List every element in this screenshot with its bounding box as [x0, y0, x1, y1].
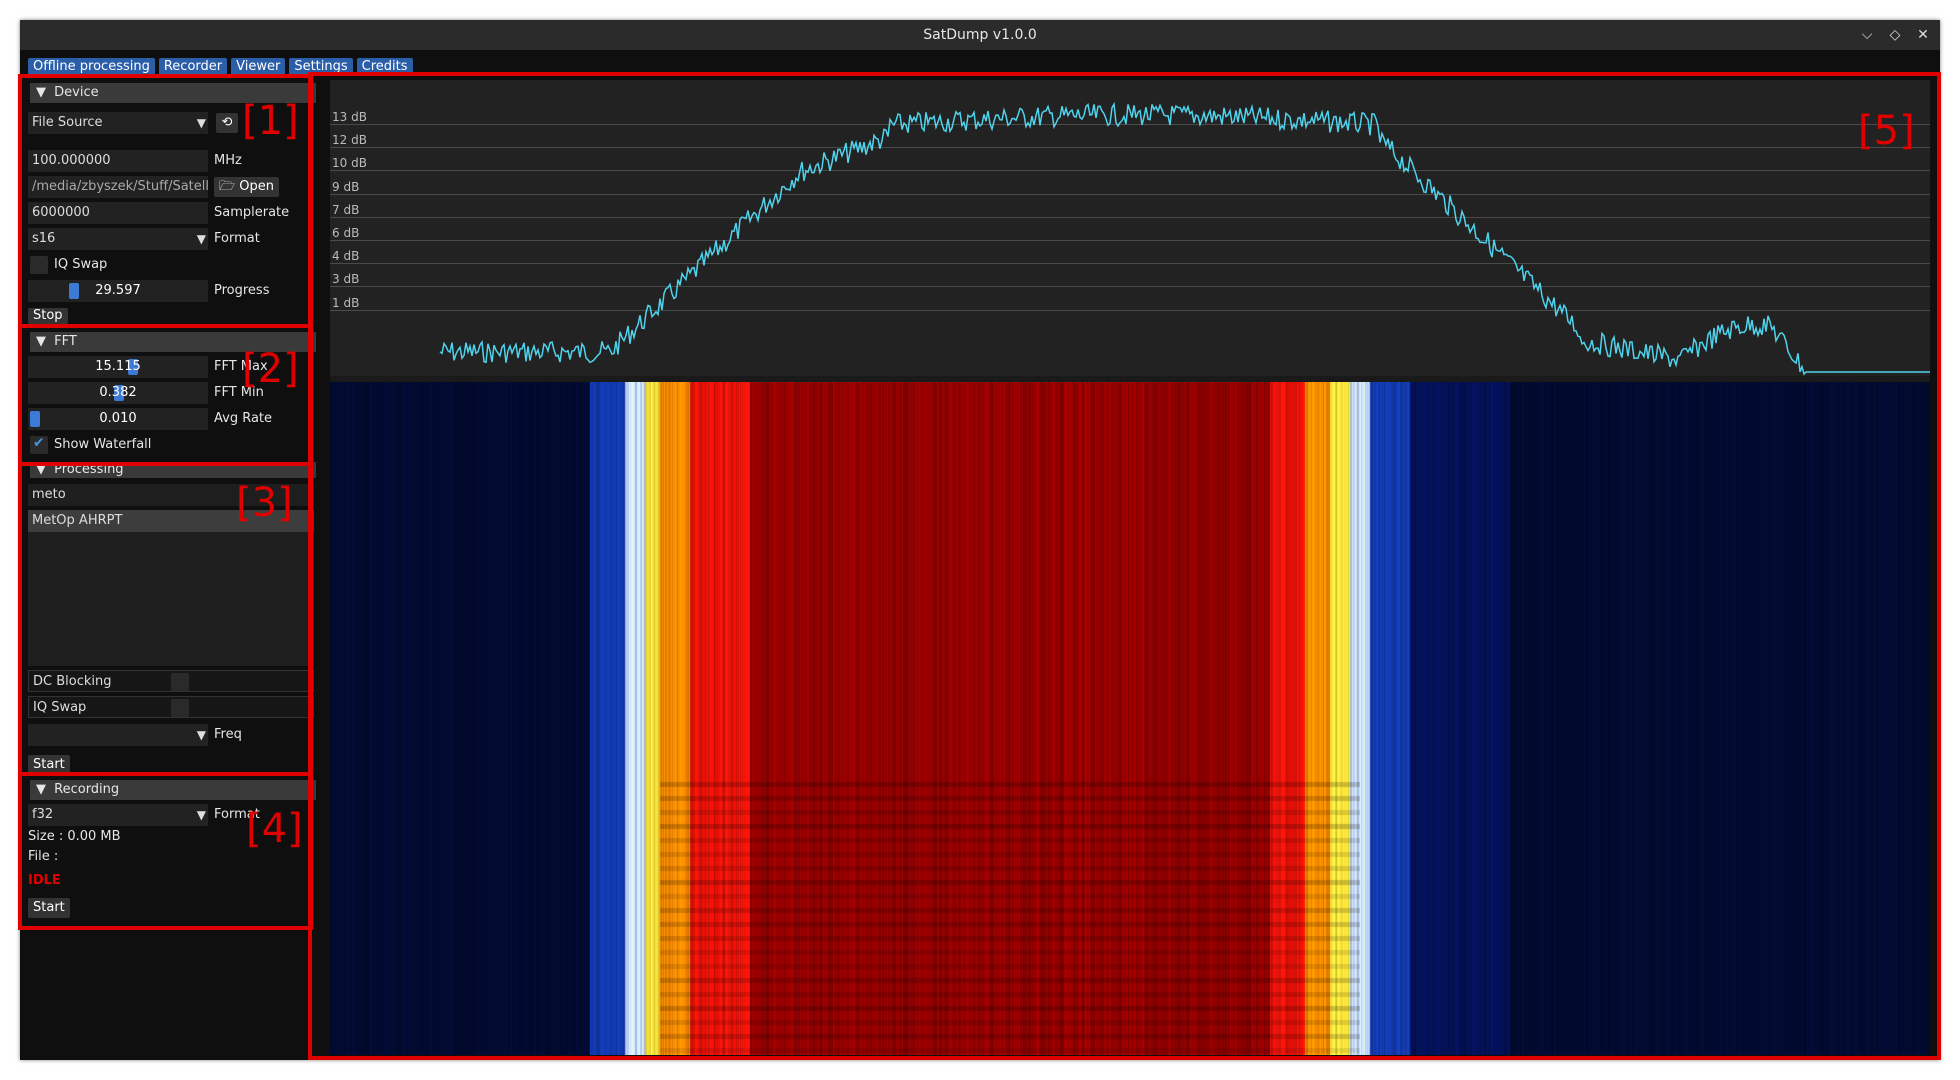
window-title: SatDump v1.0.0 [923, 27, 1037, 43]
minimize-icon[interactable]: ⌵ [1860, 20, 1874, 50]
close-icon[interactable]: ✕ [1916, 20, 1930, 50]
annotation-label-5: [5] [1858, 108, 1915, 154]
title-bar: SatDump v1.0.0 ⌵ ◇ ✕ [20, 20, 1940, 50]
annotation-box-5 [308, 72, 1941, 1060]
annotation-label-4: [4] [246, 806, 303, 852]
annotation-label-1: [1] [242, 98, 299, 144]
annotation-label-2: [2] [242, 346, 299, 392]
annotation-label-3: [3] [236, 480, 293, 526]
restore-icon[interactable]: ◇ [1888, 20, 1902, 50]
